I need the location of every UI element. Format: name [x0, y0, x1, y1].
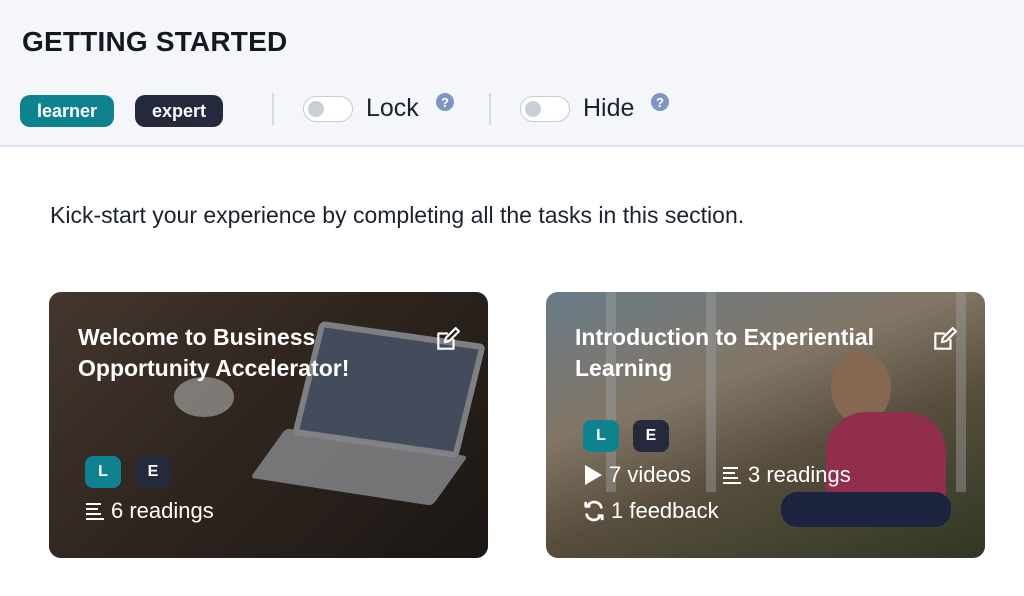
divider [489, 93, 491, 125]
edit-icon[interactable] [931, 327, 957, 353]
learner-pill[interactable]: learner [20, 95, 114, 127]
edit-icon[interactable] [434, 327, 460, 353]
toggle-knob [308, 101, 324, 117]
readings-stat: 3 readings [722, 462, 851, 488]
lock-label: Lock [366, 94, 419, 122]
feedback-icon [584, 500, 604, 522]
expert-badge: E [633, 420, 669, 452]
expert-pill[interactable]: expert [135, 95, 223, 127]
card-title[interactable]: Welcome to Business Opportunity Accelera… [78, 322, 428, 384]
section-intro: Kick-start your experience by completing… [50, 202, 745, 228]
readings-stat: 6 readings [85, 498, 214, 524]
feedback-stat: 1 feedback [583, 498, 719, 524]
lock-help-icon[interactable]: ? [436, 93, 454, 111]
hide-help-icon[interactable]: ? [651, 93, 669, 111]
lock-toggle[interactable] [303, 96, 353, 122]
readings-count: 6 readings [111, 498, 214, 523]
toggle-knob [525, 101, 541, 117]
readings-icon [723, 467, 741, 484]
play-icon [585, 465, 602, 485]
learner-badge: L [583, 420, 619, 452]
videos-stat: 7 videos [583, 462, 691, 488]
section-header: GETTING STARTED learner expert Lock ? Hi… [0, 0, 1024, 147]
module-card-experiential[interactable]: Introduction to Experiential Learning L … [546, 292, 985, 558]
section-title: GETTING STARTED [22, 26, 288, 57]
readings-icon [86, 503, 104, 520]
card-title[interactable]: Introduction to Experiential Learning [575, 322, 925, 384]
learner-badge: L [85, 456, 121, 488]
videos-count: 7 videos [609, 462, 691, 487]
hide-label: Hide [583, 94, 635, 122]
hide-toggle[interactable] [520, 96, 570, 122]
divider [272, 93, 274, 125]
expert-badge: E [135, 456, 171, 488]
feedback-count: 1 feedback [611, 498, 719, 523]
readings-count: 3 readings [748, 462, 851, 487]
module-card-welcome[interactable]: Welcome to Business Opportunity Accelera… [49, 292, 488, 558]
